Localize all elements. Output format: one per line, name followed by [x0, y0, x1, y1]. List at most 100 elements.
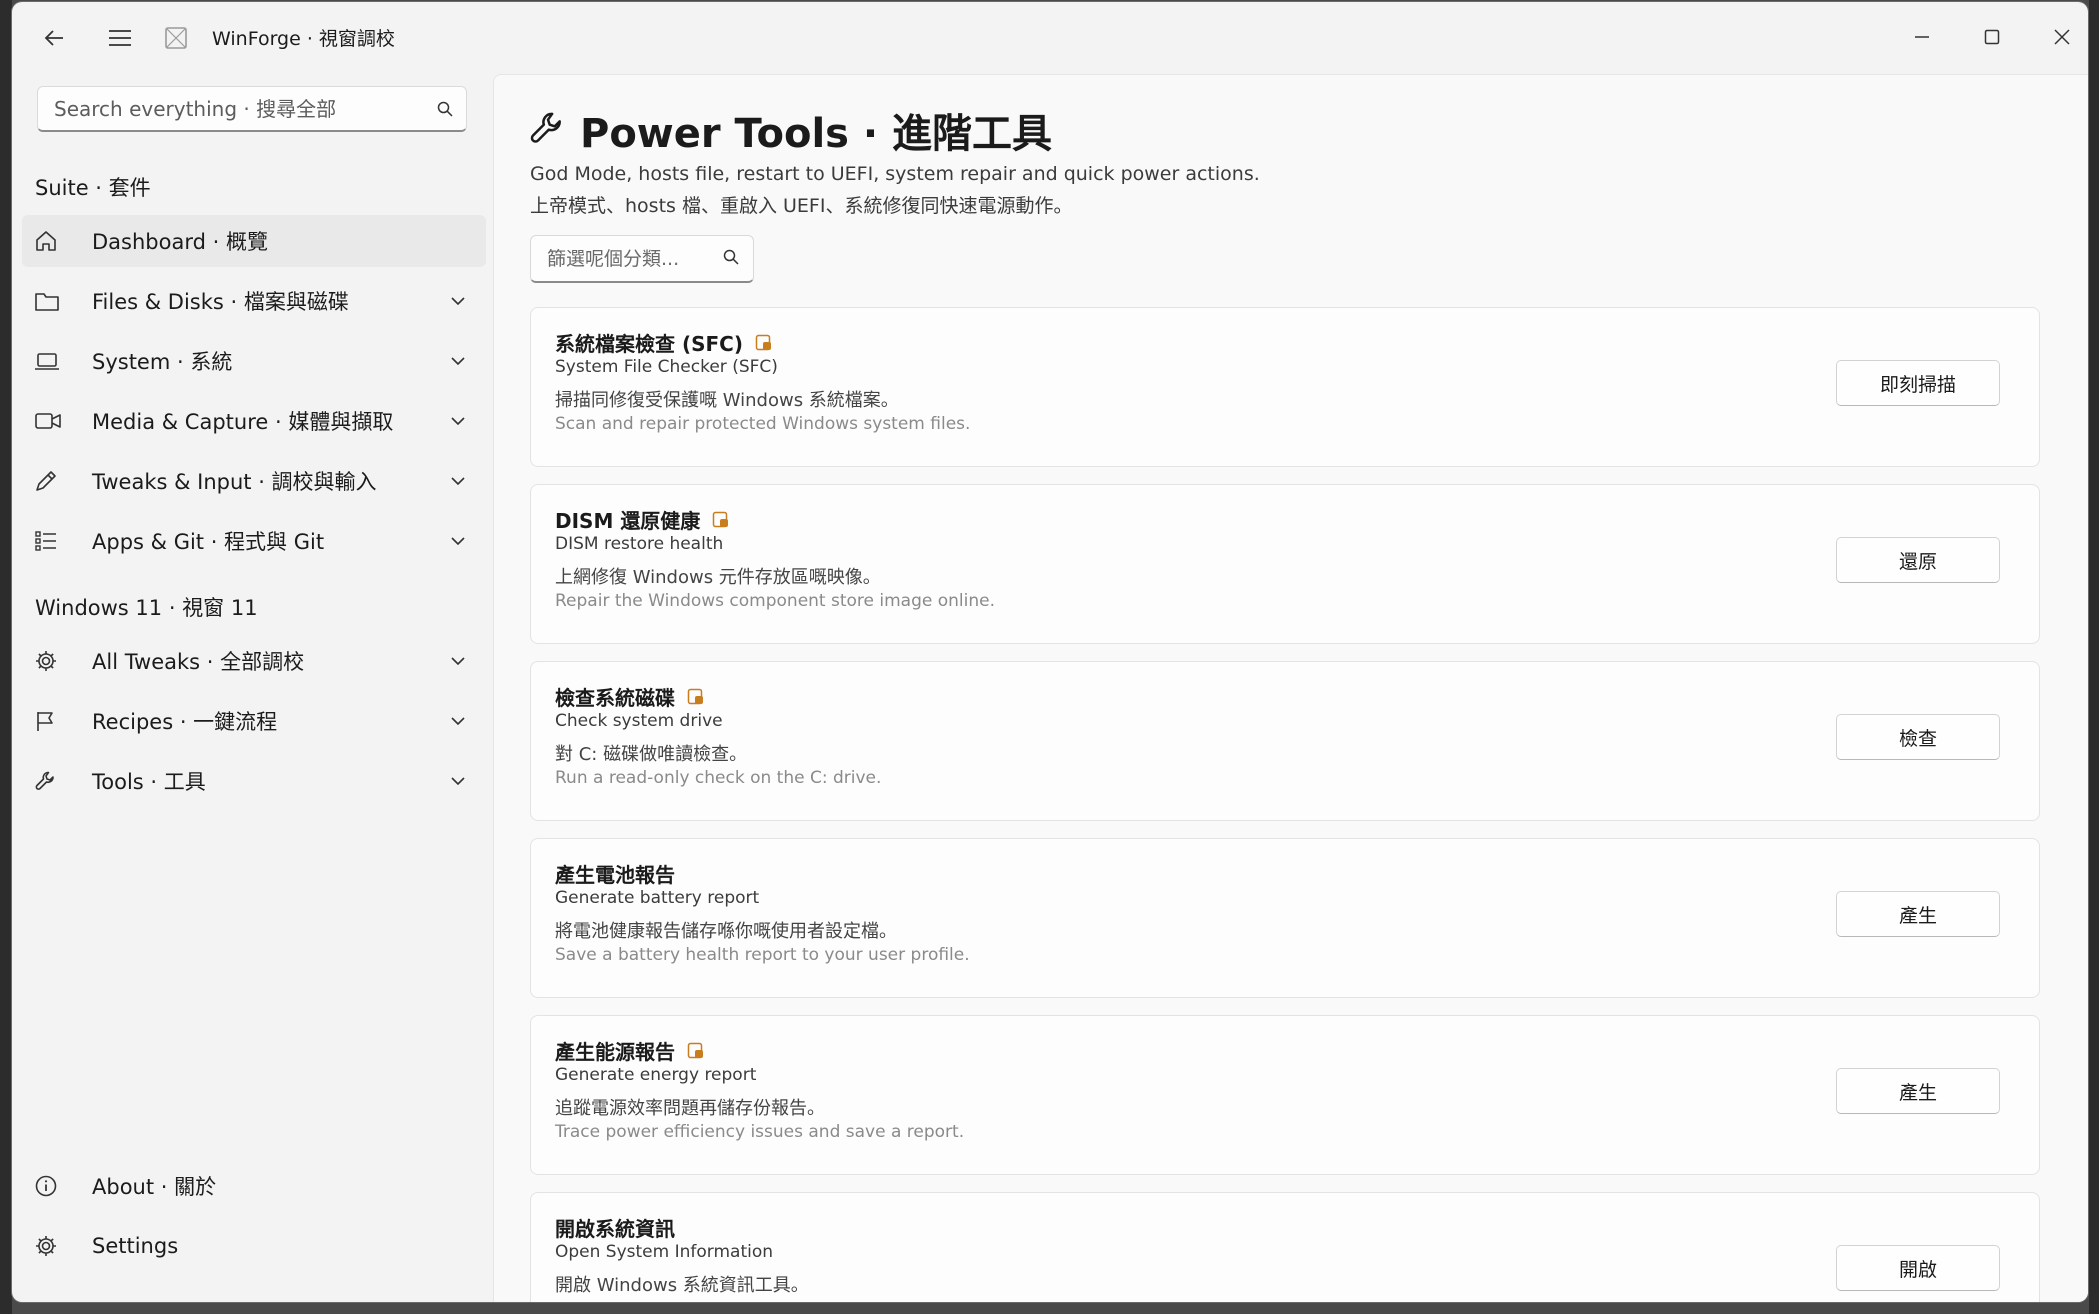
- video-camera-icon: [34, 410, 84, 432]
- main-content: Power Tools · 進階工具 God Mode, hosts file,…: [493, 74, 2088, 1302]
- sidebar-item-label: All Tweaks · 全部調校: [92, 650, 305, 674]
- title-bar: WinForge · 視窗調校: [12, 2, 2088, 72]
- admin-shield-icon: [712, 511, 730, 529]
- desktop-background-right: [2089, 0, 2099, 1314]
- card-description-zh: 將電池健康報告儲存喺你嘅使用者設定檔。: [555, 921, 897, 942]
- category-filter[interactable]: [530, 235, 754, 283]
- chevron-down-icon[interactable]: [438, 537, 478, 545]
- chevron-down-icon[interactable]: [438, 717, 478, 725]
- sidebar-item-apps-git[interactable]: Apps & Git · 程式與 Git: [22, 515, 486, 567]
- admin-shield-icon: [687, 688, 705, 706]
- gear-icon: [34, 649, 84, 673]
- card-subtitle: System File Checker (SFC): [555, 357, 778, 377]
- wrench-icon: [34, 769, 84, 793]
- card-description-zh: 追蹤電源效率問題再儲存份報告。: [555, 1098, 825, 1119]
- tool-card-system-info: 開啟系統資訊 Open System Information 開啟 Window…: [530, 1192, 2040, 1302]
- tool-card-dism: DISM 還原健康 DISM restore health 上網修復 Windo…: [530, 484, 2040, 644]
- sidebar: Suite · 套件 Dashboard · 概覽 Files & Disks …: [12, 72, 492, 1302]
- tool-card-check-drive: 檢查系統磁碟 Check system drive 對 C: 磁碟做唯讀檢查。 …: [530, 661, 2040, 821]
- card-subtitle: Check system drive: [555, 711, 723, 731]
- tool-card-energy-report: 產生能源報告 Generate energy report 追蹤電源效率問題再儲…: [530, 1015, 2040, 1175]
- chevron-down-icon[interactable]: [438, 777, 478, 785]
- flag-icon: [34, 709, 84, 733]
- card-subtitle: Generate energy report: [555, 1065, 757, 1085]
- search-input[interactable]: [52, 95, 424, 122]
- chevron-down-icon[interactable]: [438, 417, 478, 425]
- generate-battery-report-button[interactable]: 產生: [1836, 891, 2000, 937]
- minimize-button[interactable]: [1892, 14, 1952, 60]
- gear-icon: [34, 1234, 84, 1258]
- sidebar-item-label: System · 系統: [92, 350, 233, 374]
- sidebar-item-recipes[interactable]: Recipes · 一鍵流程: [22, 695, 486, 747]
- window-title: WinForge · 視窗調校: [212, 28, 395, 50]
- card-subtitle: DISM restore health: [555, 534, 724, 554]
- sidebar-item-all-tweaks[interactable]: All Tweaks · 全部調校: [22, 635, 486, 687]
- filter-input[interactable]: [545, 246, 709, 271]
- laptop-icon: [34, 350, 84, 372]
- sidebar-item-dashboard[interactable]: Dashboard · 概覽: [22, 215, 486, 267]
- app-window: WinForge · 視窗調校 Suite · 套件 Dashboard · 概…: [12, 2, 2088, 1302]
- card-description-zh: 掃描同修復受保護嘅 Windows 系統檔案。: [555, 390, 899, 411]
- tool-card-battery-report: 產生電池報告 Generate battery report 將電池健康報告儲存…: [530, 838, 2040, 998]
- sidebar-item-label: Tweaks & Input · 調校與輸入: [92, 470, 377, 494]
- sidebar-item-label: Files & Disks · 檔案與磁碟: [92, 290, 349, 314]
- chevron-down-icon[interactable]: [438, 477, 478, 485]
- restore-button[interactable]: 還原: [1836, 537, 2000, 583]
- maximize-button[interactable]: [1962, 14, 2022, 60]
- card-description-en: Scan and repair protected Windows system…: [555, 414, 971, 434]
- home-icon: [34, 229, 84, 253]
- chevron-down-icon[interactable]: [438, 297, 478, 305]
- menu-button[interactable]: [96, 14, 144, 62]
- desktop-background-left: [0, 0, 12, 1314]
- card-subtitle: Open System Information: [555, 1242, 774, 1262]
- admin-shield-icon: [755, 334, 773, 352]
- sidebar-item-label: Settings: [92, 1234, 179, 1258]
- sidebar-item-settings[interactable]: Settings: [22, 1220, 486, 1272]
- pen-icon: [34, 469, 84, 493]
- tool-card-sfc: 系統檔案檢查 (SFC) System File Checker (SFC) 掃…: [530, 307, 2040, 467]
- sidebar-item-media-capture[interactable]: Media & Capture · 媒體與擷取: [22, 395, 486, 447]
- sidebar-item-label: About · 關於: [92, 1175, 217, 1199]
- card-description-en: Trace power efficiency issues and save a…: [555, 1122, 965, 1142]
- wrench-icon: [528, 108, 568, 152]
- card-title: DISM 還原健康: [555, 509, 701, 533]
- sidebar-item-system[interactable]: System · 系統: [22, 335, 486, 387]
- page-title: Power Tools · 進階工具: [580, 111, 1053, 157]
- sidebar-item-label: Dashboard · 概覽: [92, 230, 268, 254]
- app-logo-icon: [165, 27, 187, 49]
- card-title: 系統檔案檢查 (SFC): [555, 332, 743, 356]
- card-title: 檢查系統磁碟: [555, 686, 675, 710]
- sidebar-item-label: Recipes · 一鍵流程: [92, 710, 278, 734]
- card-description-en: Save a battery health report to your use…: [555, 945, 970, 965]
- sidebar-item-tools[interactable]: Tools · 工具: [22, 755, 486, 807]
- search-icon[interactable]: [424, 101, 466, 117]
- list-icon: [34, 529, 84, 553]
- card-title: 產生電池報告: [555, 863, 675, 887]
- sidebar-item-about[interactable]: About · 關於: [22, 1160, 486, 1212]
- close-button[interactable]: [2032, 14, 2088, 60]
- folder-icon: [34, 290, 84, 312]
- section-header-suite: Suite · 套件: [35, 176, 151, 200]
- card-title: 開啟系統資訊: [555, 1217, 675, 1241]
- card-subtitle: Generate battery report: [555, 888, 760, 908]
- back-button[interactable]: [30, 14, 78, 62]
- check-button[interactable]: 檢查: [1836, 714, 2000, 760]
- open-system-info-button[interactable]: 開啟: [1836, 1245, 2000, 1291]
- sidebar-item-files-disks[interactable]: Files & Disks · 檔案與磁碟: [22, 275, 486, 327]
- generate-energy-report-button[interactable]: 產生: [1836, 1068, 2000, 1114]
- sidebar-item-label: Media & Capture · 媒體與擷取: [92, 410, 394, 434]
- section-header-windows11: Windows 11 · 視窗 11: [35, 596, 258, 620]
- search-icon[interactable]: [723, 249, 739, 269]
- sidebar-search[interactable]: [37, 86, 467, 132]
- info-icon: [34, 1174, 84, 1198]
- maximize-icon: [1984, 29, 2000, 45]
- chevron-down-icon[interactable]: [438, 357, 478, 365]
- back-arrow-icon: [44, 30, 63, 46]
- close-icon: [2054, 29, 2070, 45]
- card-title: 產生能源報告: [555, 1040, 675, 1064]
- sidebar-item-label: Apps & Git · 程式與 Git: [92, 530, 325, 554]
- scan-now-button[interactable]: 即刻掃描: [1836, 360, 2000, 406]
- card-description-zh: 開啟 Windows 系統資訊工具。: [555, 1275, 809, 1296]
- chevron-down-icon[interactable]: [438, 657, 478, 665]
- sidebar-item-tweaks-input[interactable]: Tweaks & Input · 調校與輸入: [22, 455, 486, 507]
